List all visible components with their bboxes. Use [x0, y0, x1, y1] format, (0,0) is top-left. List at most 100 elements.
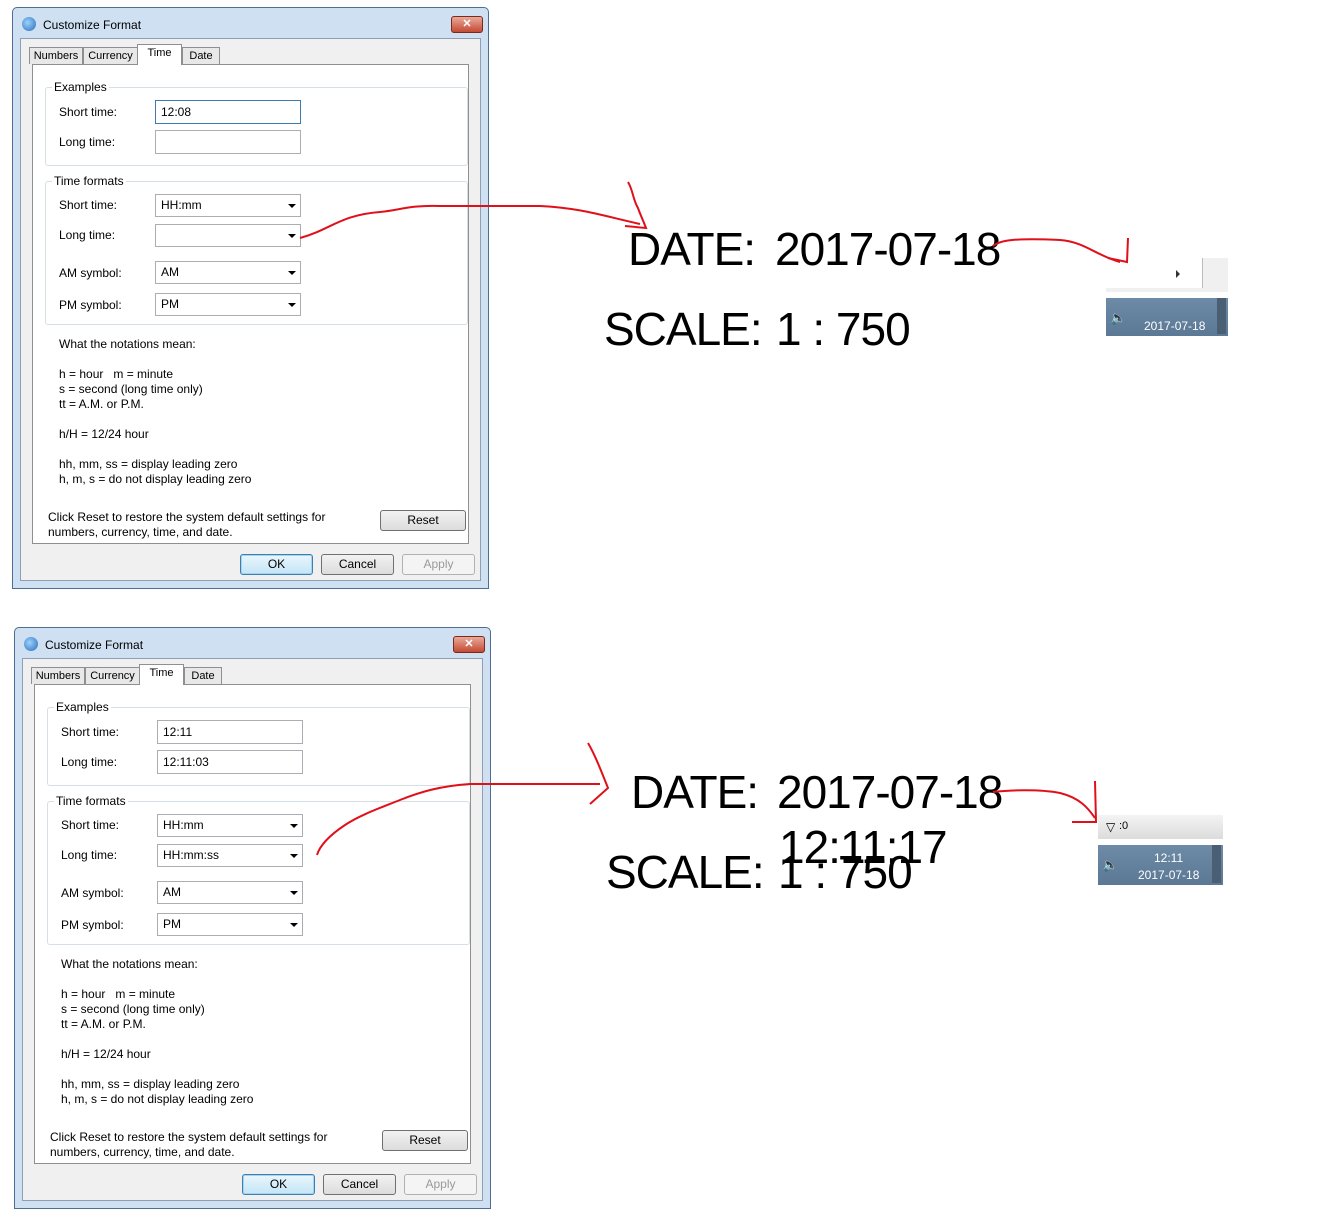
example-long-time-field[interactable]: 12:11:03	[157, 750, 303, 774]
tab-date[interactable]: Date	[184, 667, 222, 684]
filter-strip: ▽ :0	[1098, 815, 1223, 839]
reset-description: Click Reset to restore the system defaul…	[48, 510, 326, 524]
tab-numbers[interactable]: Numbers	[31, 667, 85, 684]
examples-heading: Examples	[52, 80, 109, 94]
format-long-time-label: Long time:	[59, 228, 116, 242]
time-tab-panel: Examples Short time: 12:11 Long time: 12…	[34, 684, 471, 1164]
reset-description: numbers, currency, time, and date.	[48, 525, 233, 539]
scale-value: 1 : 750	[778, 846, 913, 898]
example-short-time-label: Short time:	[61, 725, 120, 739]
reset-button[interactable]: Reset	[380, 510, 466, 531]
notations-heading: What the notations mean:	[61, 957, 198, 971]
pm-symbol-dropdown[interactable]: PM	[155, 293, 301, 316]
ok-button[interactable]: OK	[240, 554, 313, 575]
cancel-button[interactable]: Cancel	[323, 1174, 396, 1195]
examples-group: Examples	[45, 80, 468, 166]
tray-time[interactable]: 12:11	[1154, 851, 1183, 865]
dialog-client: Numbers Currency Time Date Examples Shor…	[22, 658, 483, 1201]
apply-button[interactable]: Apply	[404, 1174, 477, 1195]
chevron-right-icon[interactable]	[1176, 270, 1180, 278]
notations-heading: What the notations mean:	[59, 337, 196, 351]
title-bar[interactable]: Customize Format ✕	[13, 8, 488, 38]
example-long-time-field[interactable]	[155, 130, 301, 154]
reset-button[interactable]: Reset	[382, 1130, 468, 1151]
example-long-time-label: Long time:	[59, 135, 116, 149]
notation-line: hh, mm, ss = display leading zero	[61, 1077, 240, 1091]
tray-date[interactable]: 2017-07-18	[1138, 868, 1199, 882]
tab-time[interactable]: Time	[139, 664, 184, 685]
format-short-time-label: Short time:	[61, 818, 120, 832]
chevron-down-icon	[290, 891, 298, 895]
am-symbol-label: AM symbol:	[61, 886, 124, 900]
tab-currency[interactable]: Currency	[83, 47, 138, 64]
example-short-time-field[interactable]: 12:11	[157, 720, 303, 744]
notation-line: s = second (long time only)	[59, 382, 203, 396]
notation-line: s = second (long time only)	[61, 1002, 205, 1016]
tray-scrollbar[interactable]	[1217, 298, 1226, 334]
pm-symbol-value: PM	[161, 297, 179, 311]
speaker-icon[interactable]: 🔈	[1102, 857, 1118, 873]
title-bar[interactable]: Customize Format ✕	[15, 628, 490, 658]
tab-currency[interactable]: Currency	[85, 667, 140, 684]
short-time-format-value: HH:mm	[163, 818, 204, 832]
chevron-down-icon	[290, 854, 298, 858]
apply-button[interactable]: Apply	[402, 554, 475, 575]
dialog-title: Customize Format	[43, 18, 142, 32]
globe-icon	[22, 17, 36, 31]
filter-count: :0	[1119, 820, 1129, 832]
short-time-format-dropdown[interactable]: HH:mm	[157, 814, 303, 837]
am-symbol-dropdown[interactable]: AM	[155, 261, 301, 284]
time-formats-heading: Time formats	[52, 174, 126, 188]
annotation-arrow	[587, 742, 610, 805]
examples-heading: Examples	[54, 700, 111, 714]
pm-symbol-label: PM symbol:	[59, 298, 122, 312]
example-long-time-label: Long time:	[61, 755, 118, 769]
time-tab-panel: Examples Short time: 12:08 Long time: Ti…	[32, 64, 469, 544]
customize-format-dialog-bottom: Customize Format ✕ Numbers Currency Time…	[14, 627, 491, 1209]
taskbar-tray-top: 🔈 2017-07-18	[1106, 258, 1228, 336]
am-symbol-dropdown[interactable]: AM	[157, 881, 303, 904]
tab-numbers[interactable]: Numbers	[29, 47, 83, 64]
example-short-time-field[interactable]: 12:08	[155, 100, 301, 124]
notation-line: h = hour m = minute	[59, 367, 174, 381]
example-short-time-label: Short time:	[59, 105, 118, 119]
dialog-title: Customize Format	[45, 638, 144, 652]
speaker-icon[interactable]: 🔈	[1110, 310, 1126, 326]
tab-time[interactable]: Time	[137, 44, 182, 65]
customize-format-dialog-top: Customize Format ✕ Numbers Currency Time…	[12, 7, 489, 589]
globe-icon	[24, 637, 38, 651]
am-symbol-value: AM	[161, 265, 179, 279]
notation-line: h, m, s = do not display leading zero	[61, 1092, 254, 1106]
chevron-down-icon	[290, 824, 298, 828]
ok-button[interactable]: OK	[242, 1174, 315, 1195]
format-long-time-label: Long time:	[61, 848, 118, 862]
notation-line: tt = A.M. or P.M.	[59, 397, 144, 411]
pm-symbol-label: PM symbol:	[61, 918, 124, 932]
am-symbol-label: AM symbol:	[59, 266, 122, 280]
chevron-down-icon	[288, 204, 296, 208]
pm-symbol-value: PM	[163, 917, 181, 931]
format-short-time-label: Short time:	[59, 198, 118, 212]
long-time-format-value: HH:mm:ss	[163, 848, 219, 862]
tab-date[interactable]: Date	[182, 47, 220, 64]
reset-description: Click Reset to restore the system defaul…	[50, 1130, 328, 1144]
short-time-format-dropdown[interactable]: HH:mm	[155, 194, 301, 217]
long-time-format-dropdown[interactable]	[155, 224, 301, 247]
examples-group: Examples	[47, 700, 470, 786]
filter-icon[interactable]: ▽	[1106, 820, 1115, 834]
scale-label: SCALE:	[604, 303, 763, 355]
close-button[interactable]: ✕	[451, 16, 483, 33]
chevron-down-icon	[288, 303, 296, 307]
pm-symbol-dropdown[interactable]: PM	[157, 913, 303, 936]
close-button[interactable]: ✕	[453, 636, 485, 653]
date-label: DATE:	[631, 766, 759, 818]
window-strip	[1106, 258, 1228, 292]
cancel-button[interactable]: Cancel	[321, 554, 394, 575]
scale-value: 1 : 750	[776, 303, 911, 355]
tray-scrollbar[interactable]	[1212, 845, 1221, 883]
tray-date[interactable]: 2017-07-18	[1144, 319, 1205, 333]
taskbar-tray-bottom: ▽ :0 🔈 12:11 2017-07-18	[1098, 815, 1223, 885]
notation-line: tt = A.M. or P.M.	[61, 1017, 146, 1031]
long-time-format-dropdown[interactable]: HH:mm:ss	[157, 844, 303, 867]
am-symbol-value: AM	[163, 885, 181, 899]
